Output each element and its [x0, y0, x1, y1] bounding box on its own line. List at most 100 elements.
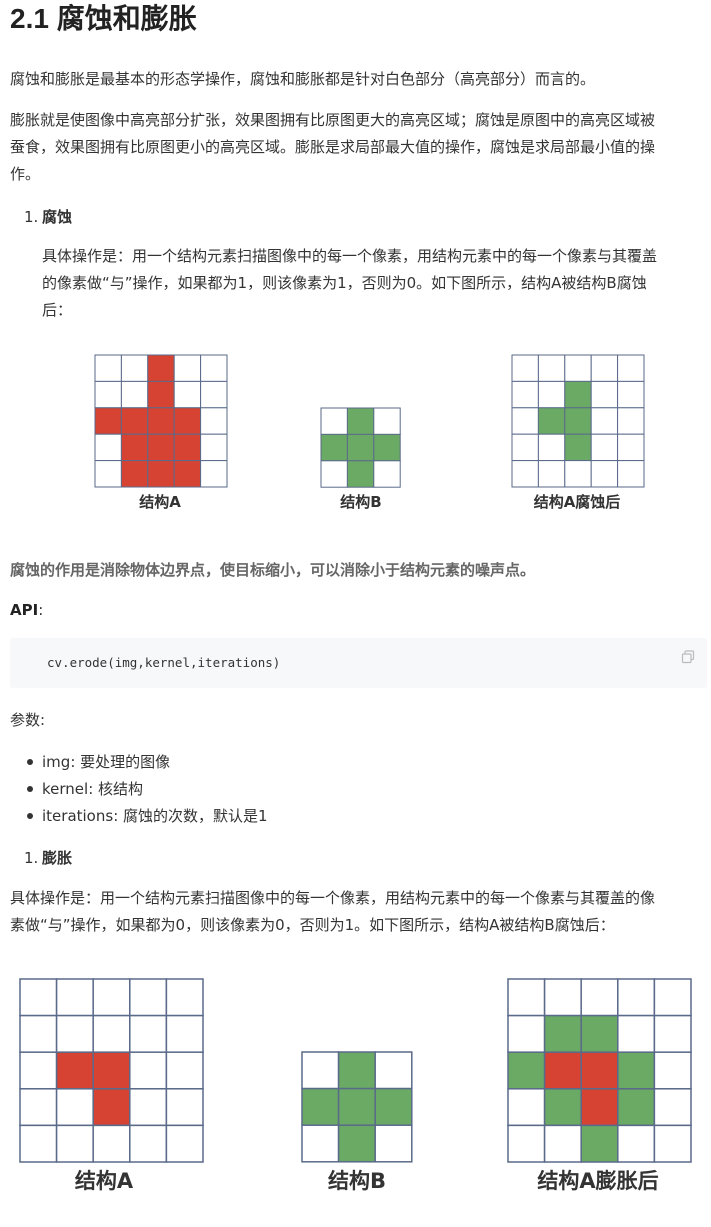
grid-cell — [653, 1088, 692, 1127]
grid-cell — [129, 1051, 168, 1090]
copy-icon[interactable] — [681, 650, 695, 664]
grid-cell — [55, 1014, 94, 1053]
grid-cell — [92, 1124, 131, 1163]
grid-cell — [55, 978, 94, 1017]
erode-list-number: 1. — [24, 208, 39, 226]
grid-cell — [373, 460, 401, 488]
grid-cell — [301, 1124, 340, 1163]
api-label-row: API: — [10, 598, 43, 622]
grid-cell — [173, 354, 202, 382]
param-name: img — [42, 753, 71, 771]
grid-cell — [92, 1088, 131, 1127]
grid-cell — [129, 1124, 168, 1163]
grid-cell — [590, 407, 619, 435]
grid-cell — [564, 380, 592, 409]
param-desc: : 腐蚀的次数，默认是1 — [113, 807, 268, 825]
api-label-colon: : — [38, 601, 44, 619]
grid-cell — [617, 380, 645, 409]
grid-cell — [200, 407, 228, 435]
grid-cell — [511, 460, 539, 488]
grid-cell — [580, 1051, 619, 1090]
grid-cell — [617, 407, 645, 435]
grid-cell — [19, 1051, 58, 1090]
grid-cell — [373, 433, 401, 462]
grid-cell — [580, 1124, 619, 1163]
grid-cell — [580, 1088, 619, 1127]
param-name: kernel — [42, 780, 89, 798]
grid-cell — [511, 380, 539, 409]
grid-cell — [507, 1051, 546, 1090]
grid-cell — [200, 460, 228, 488]
dilate-structure-a-grid — [19, 978, 204, 1163]
code-block: cv.erode(img,kernel,iterations) — [10, 638, 707, 688]
grid-cell — [19, 1014, 58, 1053]
grid-cell — [590, 433, 619, 462]
grid-cell — [94, 407, 122, 435]
grid-cell — [320, 407, 348, 435]
grid-cell — [92, 978, 131, 1017]
grid-cell — [543, 1088, 582, 1127]
grid-cell — [617, 978, 656, 1017]
grid-cell — [543, 1051, 582, 1090]
grid-cell — [94, 460, 122, 488]
grid-cell — [373, 407, 401, 435]
grid-cell — [92, 1014, 131, 1053]
erode-effect-text: 腐蚀的作用是消除物体边界点，使目标缩小，可以消除小于结构元素的噪声点。 — [10, 561, 536, 579]
grid-cell — [564, 433, 592, 462]
grid-cell — [374, 1051, 413, 1090]
grid-cell — [55, 1124, 94, 1163]
grid-cell — [165, 1014, 204, 1053]
erode-caption-a: 结构A — [139, 493, 181, 511]
intro-paragraph-2-line-3: 作。 — [10, 165, 41, 183]
grid-cell — [147, 380, 175, 409]
grid-cell — [19, 1124, 58, 1163]
grid-cell — [507, 1014, 546, 1053]
grid-cell — [94, 433, 122, 462]
bullet-dot — [27, 813, 33, 819]
grid-cell — [543, 1014, 582, 1053]
grid-cell — [617, 1051, 656, 1090]
bullet-dot — [27, 759, 33, 765]
grid-cell — [580, 1014, 619, 1053]
grid-cell — [564, 354, 592, 382]
dilate-figure: 结构A 结构B 结构A膨胀后 — [19, 978, 692, 1193]
erode-desc-line-3: 后： — [42, 301, 73, 319]
grid-cell — [120, 460, 149, 488]
dilate-caption-a: 结构A — [75, 1169, 134, 1193]
erode-result-grid — [511, 354, 645, 488]
grid-cell — [564, 407, 592, 435]
param-desc: : 要处理的图像 — [70, 753, 171, 771]
grid-cell — [120, 407, 149, 435]
param-desc: : 核结构 — [88, 780, 144, 798]
grid-cell — [120, 354, 149, 382]
grid-cell — [200, 354, 228, 382]
grid-cell — [511, 407, 539, 435]
grid-cell — [147, 433, 175, 462]
grid-cell — [374, 1124, 413, 1163]
grid-cell — [346, 460, 375, 488]
grid-cell — [94, 354, 122, 382]
grid-cell — [511, 433, 539, 462]
grid-cell — [543, 978, 582, 1017]
grid-cell — [19, 1088, 58, 1127]
grid-cell — [200, 380, 228, 409]
grid-cell — [129, 978, 168, 1017]
section-title: 2.1 腐蚀和膨胀 — [10, 3, 197, 34]
grid-cell — [507, 1088, 546, 1127]
api-label: API — [10, 601, 39, 619]
grid-cell — [301, 1087, 340, 1126]
grid-cell — [511, 354, 539, 382]
params-label: 参数: — [10, 711, 46, 729]
erode-structure-b-grid — [320, 407, 401, 488]
grid-cell — [537, 380, 566, 409]
grid-cell — [617, 354, 645, 382]
intro-paragraph-2-line-2: 蚕食，效果图拥有比原图更小的高亮区域。膨胀是求局部最大值的操作，腐蚀是求局部最小… — [10, 138, 656, 156]
dilate-result-grid — [507, 978, 692, 1163]
grid-cell — [92, 1051, 131, 1090]
grid-cell — [537, 354, 566, 382]
grid-cell — [55, 1051, 94, 1090]
grid-cell — [617, 460, 645, 488]
grid-cell — [507, 1124, 546, 1163]
grid-cell — [165, 1051, 204, 1090]
grid-cell — [120, 380, 149, 409]
